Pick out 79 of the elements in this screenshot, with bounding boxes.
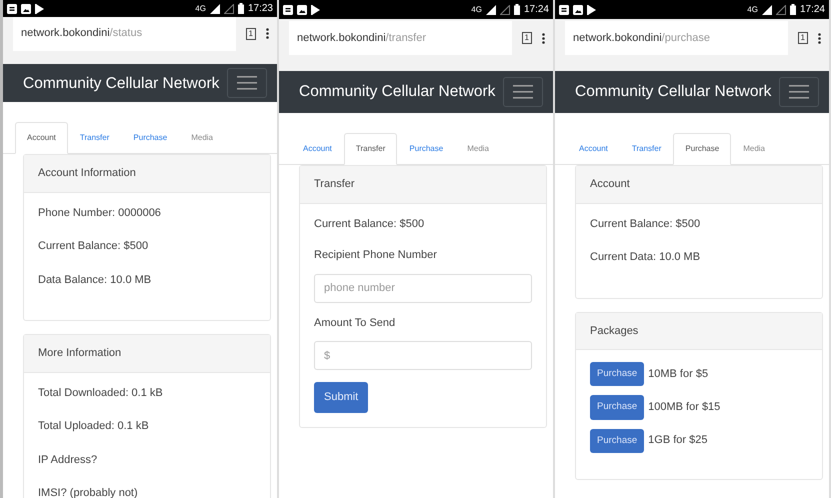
signal-icon: [500, 4, 510, 14]
nav-tab[interactable]: Media: [731, 133, 777, 165]
menu-icon: [513, 85, 533, 99]
card-header: Account Information: [24, 155, 270, 193]
signal-icon: [776, 4, 786, 14]
nav-tab[interactable]: Media: [455, 133, 501, 165]
card-header: Transfer: [300, 166, 546, 204]
signal-icon: [210, 4, 220, 14]
nav-tab[interactable]: Account: [15, 122, 68, 154]
image-icon: [573, 4, 583, 14]
play-icon: [587, 4, 597, 14]
message-icon: [7, 4, 17, 14]
purchase-button[interactable]: Purchase: [590, 395, 644, 420]
tab-count-button[interactable]: 1: [522, 32, 532, 44]
nav-tab[interactable]: Account: [291, 133, 344, 165]
nav-tab[interactable]: Transfer: [620, 133, 674, 165]
signal-icon: [762, 4, 772, 14]
menu-icon: [237, 76, 257, 90]
address-field[interactable]: network.bokondini/transfer: [289, 21, 512, 55]
clock-time: 17:24: [524, 3, 549, 17]
card-header: Account: [576, 166, 822, 204]
play-icon: [311, 4, 321, 14]
address-field[interactable]: network.bokondini/purchase: [565, 21, 788, 55]
signal-icon: [486, 4, 496, 14]
battery-icon: [790, 4, 796, 15]
image-icon: [297, 4, 307, 14]
package-label: 10MB for $5: [648, 366, 708, 382]
nav-tab[interactable]: Purchase: [673, 133, 732, 165]
field-label: Recipient Phone Number: [314, 248, 438, 263]
submit-button[interactable]: Submit: [314, 382, 368, 412]
info-text: Total Uploaded: 0.1 kB: [38, 419, 150, 434]
navbar-brand[interactable]: Community Cellular Network: [299, 80, 496, 104]
info-text: IP Address?: [38, 452, 98, 468]
nav-tab[interactable]: Account: [567, 133, 620, 165]
clock-time: 17:23: [248, 2, 273, 16]
navbar-brand[interactable]: Community Cellular Network: [23, 72, 220, 95]
info-text: Current Balance: $500: [38, 239, 150, 254]
play-icon: [35, 4, 45, 14]
network-type: 4G: [471, 4, 482, 16]
menu-button[interactable]: [503, 77, 543, 107]
address-field[interactable]: network.bokondini/status: [13, 16, 236, 51]
navbar-brand[interactable]: Community Cellular Network: [575, 80, 772, 104]
menu-button[interactable]: [779, 77, 819, 107]
image-icon: [21, 4, 31, 14]
signal-icon: [224, 4, 234, 14]
info-text: Total Downloaded: 0.1 kB: [38, 386, 164, 401]
field-label: Amount To Send: [314, 316, 396, 330]
tab-count-button[interactable]: 1: [798, 32, 808, 44]
purchase-button[interactable]: Purchase: [590, 362, 644, 386]
info-text: Data Balance: 10.0 MB: [38, 272, 152, 288]
card-header: Packages: [576, 312, 822, 350]
info-text: Phone Number: 0000006: [38, 206, 162, 221]
input-field[interactable]: phone number: [314, 274, 532, 302]
network-type: 4G: [747, 4, 758, 16]
nav-tab[interactable]: Transfer: [344, 133, 398, 165]
info-text: Current Balance: $500: [314, 216, 426, 232]
nav-tab[interactable]: Transfer: [68, 122, 122, 154]
info-text: Current Data: 10.0 MB: [590, 250, 702, 265]
nav-tab[interactable]: Media: [179, 122, 225, 154]
card-header: More Information: [24, 335, 270, 373]
clock-time: 17:24: [800, 3, 825, 17]
tab-count-button[interactable]: 1: [246, 28, 256, 40]
battery-icon: [514, 4, 520, 15]
package-label: 1GB for $25: [648, 433, 708, 448]
more-menu-icon[interactable]: [542, 32, 545, 44]
battery-icon: [238, 3, 244, 14]
menu-icon: [789, 85, 809, 99]
message-icon: [559, 4, 569, 14]
network-type: 4G: [195, 2, 206, 15]
purchase-button[interactable]: Purchase: [590, 428, 644, 453]
nav-tab[interactable]: Purchase: [397, 133, 456, 165]
input-field[interactable]: $: [314, 341, 532, 370]
more-menu-icon[interactable]: [266, 28, 269, 40]
more-menu-icon[interactable]: [818, 32, 821, 44]
package-label: 100MB for $15: [648, 400, 720, 416]
message-icon: [283, 4, 293, 14]
nav-tab[interactable]: Purchase: [121, 122, 180, 154]
info-text: Current Balance: $500: [590, 216, 702, 232]
menu-button[interactable]: [227, 68, 267, 98]
